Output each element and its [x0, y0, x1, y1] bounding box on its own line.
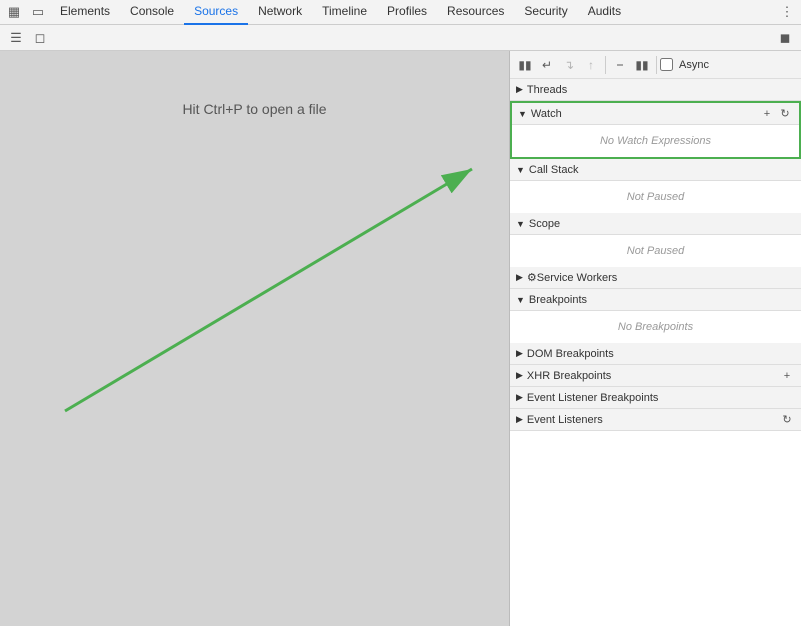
more-tabs-icon[interactable]: ⋮ — [775, 0, 799, 24]
watch-add-btn[interactable]: + — [759, 106, 775, 122]
toolbar-separator-1 — [605, 56, 606, 74]
deactivate-breakpoints-btn[interactable]: ⎯ — [609, 54, 631, 76]
event-listeners-label: Event Listeners — [527, 414, 779, 426]
tab-profiles[interactable]: Profiles — [377, 0, 437, 25]
call-stack-section-header[interactable]: ▼ Call Stack — [510, 159, 801, 181]
tab-audits[interactable]: Audits — [578, 0, 631, 25]
xhr-bp-label: XHR Breakpoints — [527, 370, 779, 382]
toolbar-separator-2 — [656, 56, 657, 74]
async-label: Async — [679, 59, 709, 71]
scope-content: Not Paused — [510, 235, 801, 267]
event-listeners-refresh-btn[interactable]: ↻ — [779, 412, 795, 428]
xhr-add-btn[interactable]: + — [779, 368, 795, 384]
device-icon[interactable]: ▭ — [26, 0, 50, 24]
watch-refresh-btn[interactable]: ↻ — [777, 106, 793, 122]
tab-bar: ▦ ▭ Elements Console Sources Network Tim… — [0, 0, 801, 25]
watch-actions: + ↻ — [759, 106, 793, 122]
event-listener-bp-section-header[interactable]: ▶ Event Listener Breakpoints — [510, 387, 801, 409]
breakpoints-label: Breakpoints — [529, 294, 795, 306]
watch-content: No Watch Expressions — [512, 125, 799, 157]
sw-chevron-icon: ▶ — [516, 272, 523, 283]
inspect-icon[interactable]: ▦ — [2, 0, 26, 24]
dom-breakpoints-section-header[interactable]: ▶ DOM Breakpoints — [510, 343, 801, 365]
call-stack-content: Not Paused — [510, 181, 801, 213]
watch-label: Watch — [531, 108, 759, 120]
scope-label: Scope — [529, 218, 795, 230]
tab-elements[interactable]: Elements — [50, 0, 120, 25]
open-file-hint: Hit Ctrl+P to open a file — [182, 101, 326, 117]
tab-network[interactable]: Network — [248, 0, 312, 25]
async-checkbox[interactable] — [660, 58, 673, 71]
pause-btn[interactable]: ▮▮ — [514, 54, 536, 76]
sources-sidebar-icon[interactable]: ☰ — [4, 26, 28, 50]
arrow-decoration — [0, 51, 510, 626]
event-listener-bp-chevron-icon: ▶ — [516, 392, 523, 403]
event-listeners-section-header[interactable]: ▶ Event Listeners ↻ — [510, 409, 801, 431]
watch-section: ▼ Watch + ↻ No Watch Expressions — [510, 101, 801, 159]
watch-section-header[interactable]: ▼ Watch + ↻ — [512, 103, 799, 125]
debug-toolbar: ▮▮ ↵ ↴ ↑ ⎯ ▮▮ Async — [510, 51, 801, 79]
call-stack-status: Not Paused — [510, 185, 801, 209]
step-out-btn[interactable]: ↑ — [580, 54, 602, 76]
tab-security[interactable]: Security — [514, 0, 577, 25]
step-over-btn[interactable]: ↵ — [536, 54, 558, 76]
breakpoints-content: No Breakpoints — [510, 311, 801, 343]
sw-gear-icon: ⚙ — [527, 271, 537, 284]
scope-chevron-icon: ▼ — [516, 219, 525, 229]
call-stack-chevron-icon: ▼ — [516, 165, 525, 175]
breakpoints-chevron-icon: ▼ — [516, 295, 525, 305]
breakpoints-section-header[interactable]: ▼ Breakpoints — [510, 289, 801, 311]
call-stack-label: Call Stack — [529, 164, 795, 176]
dom-bp-label: DOM Breakpoints — [527, 348, 795, 360]
scope-section-header[interactable]: ▼ Scope — [510, 213, 801, 235]
tab-timeline[interactable]: Timeline — [312, 0, 377, 25]
service-workers-section-header[interactable]: ▶ ⚙ Service Workers — [510, 267, 801, 289]
xhr-bp-chevron-icon: ▶ — [516, 370, 523, 381]
tab-resources[interactable]: Resources — [437, 0, 514, 25]
event-listeners-chevron-icon: ▶ — [516, 414, 523, 425]
threads-chevron-icon: ▶ — [516, 84, 523, 95]
sources-right-icon[interactable]: ◼ — [773, 26, 797, 50]
sw-label: Service Workers — [537, 272, 795, 284]
event-listener-bp-label: Event Listener Breakpoints — [527, 392, 795, 404]
sources-new-icon[interactable]: ◻ — [28, 26, 52, 50]
watch-chevron-icon: ▼ — [518, 109, 527, 119]
pause-on-exceptions-btn[interactable]: ▮▮ — [631, 54, 653, 76]
threads-section-header[interactable]: ▶ Threads — [510, 79, 801, 101]
tab-sources[interactable]: Sources — [184, 0, 248, 25]
dom-bp-chevron-icon: ▶ — [516, 348, 523, 359]
sources-toolbar: ☰ ◻ ◼ — [0, 25, 801, 51]
left-panel: Hit Ctrl+P to open a file — [0, 51, 510, 626]
scope-status: Not Paused — [510, 239, 801, 263]
tab-console[interactable]: Console — [120, 0, 184, 25]
watch-empty-msg: No Watch Expressions — [512, 129, 799, 153]
right-panel: ▮▮ ↵ ↴ ↑ ⎯ ▮▮ Async ▶ Threads ▼ Watch + … — [510, 51, 801, 626]
xhr-breakpoints-section-header[interactable]: ▶ XHR Breakpoints + — [510, 365, 801, 387]
threads-label: Threads — [527, 84, 795, 96]
main-layout: Hit Ctrl+P to open a file ▮▮ ↵ ↴ ↑ ⎯ ▮▮ … — [0, 51, 801, 626]
breakpoints-empty-msg: No Breakpoints — [510, 315, 801, 339]
step-into-btn[interactable]: ↴ — [558, 54, 580, 76]
